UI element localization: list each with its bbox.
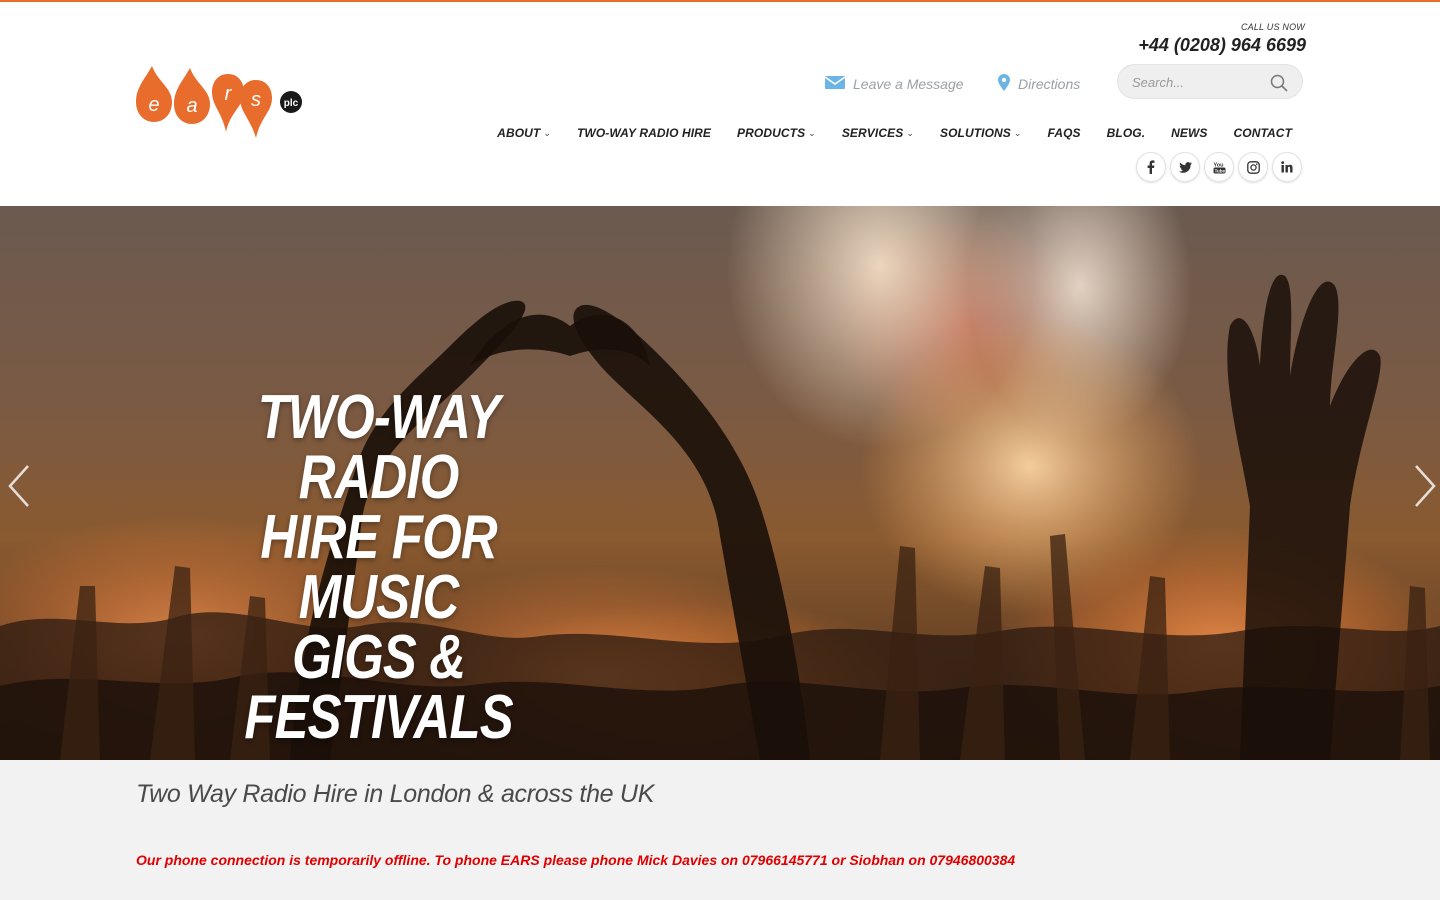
nav-products-label: PRODUCTS — [737, 126, 806, 140]
hero-title-line-2: HIRE FOR MUSIC — [260, 503, 497, 632]
hero-title-line-1: TWO-WAY RADIO — [257, 383, 501, 512]
hero-title-line-3: GIGS & FESTIVALS — [244, 623, 513, 752]
svg-text:plc: plc — [284, 98, 299, 109]
nav-contact[interactable]: CONTACT — [1234, 126, 1292, 140]
ears-logo[interactable]: e a r s plc — [134, 62, 309, 142]
nav-blog-label: BLOG. — [1106, 126, 1146, 140]
chevron-down-icon: ⌄ — [543, 127, 551, 138]
nav-services[interactable]: SERVICES ⌄ — [842, 126, 914, 140]
nav-two-way-radio-hire-label: TWO-WAY RADIO HIRE — [577, 126, 712, 140]
site-header: e a r s plc CALL US NOW +44 (0208) 964 6… — [0, 2, 1440, 206]
nav-contact-label: CONTACT — [1233, 126, 1292, 140]
nav-solutions-label: SOLUTIONS — [939, 126, 1011, 140]
nav-blog[interactable]: BLOG. — [1107, 126, 1146, 140]
nav-news-label: NEWS — [1171, 126, 1208, 140]
intro-heading: Two Way Radio Hire in London & across th… — [136, 780, 655, 808]
slider-next-arrow[interactable] — [1410, 464, 1440, 508]
svg-text:Tube: Tube — [1214, 168, 1225, 173]
svg-text:e: e — [148, 94, 159, 116]
chevron-right-icon — [1415, 465, 1436, 507]
chevron-down-icon: ⌄ — [1013, 127, 1022, 138]
youtube-icon[interactable]: You Tube — [1204, 152, 1234, 182]
nav-products[interactable]: PRODUCTS ⌄ — [737, 126, 816, 140]
nav-faqs[interactable]: FAQS — [1048, 126, 1081, 140]
main-nav: ABOUT ⌄ TWO-WAY RADIO HIRE PRODUCTS ⌄ SE… — [497, 123, 1292, 143]
ears-logo-graphic: e a r s plc — [136, 66, 302, 138]
nav-faqs-label: FAQS — [1047, 126, 1081, 140]
social-links: You Tube — [1136, 152, 1302, 182]
chevron-down-icon: ⌄ — [808, 127, 816, 138]
leave-message-link[interactable]: Leave a Message — [824, 74, 964, 94]
facebook-icon[interactable] — [1136, 152, 1166, 182]
search-input[interactable] — [1130, 73, 1270, 91]
nav-two-way-radio-hire[interactable]: TWO-WAY RADIO HIRE — [577, 126, 711, 140]
slider-prev-arrow[interactable] — [4, 464, 34, 508]
linkedin-icon[interactable] — [1272, 152, 1302, 182]
svg-text:a: a — [186, 95, 197, 117]
nav-solutions[interactable]: SOLUTIONS ⌄ — [940, 126, 1022, 140]
directions-link[interactable]: Directions — [998, 74, 1080, 94]
hero-title: TWO-WAY RADIO HIRE FOR MUSIC GIGS & FEST… — [190, 383, 567, 752]
nav-news[interactable]: NEWS — [1171, 126, 1207, 140]
phone-number[interactable]: +44 (0208) 964 6699 — [1138, 35, 1306, 56]
twitter-icon[interactable] — [1170, 152, 1200, 182]
directions-label: Directions — [1018, 76, 1081, 92]
intro-section: Two Way Radio Hire in London & across th… — [0, 760, 1440, 900]
nav-about[interactable]: ABOUT ⌄ — [497, 126, 551, 140]
call-us-label: CALL US NOW — [1240, 22, 1305, 32]
hero-slider: TWO-WAY RADIO HIRE FOR MUSIC GIGS & FEST… — [0, 206, 1440, 760]
map-pin-icon — [998, 74, 1010, 94]
nav-about-label: ABOUT — [497, 126, 541, 140]
phone-offline-notice: Our phone connection is temporarily offl… — [136, 852, 1016, 868]
chevron-left-icon — [8, 465, 29, 507]
search-box — [1117, 64, 1303, 99]
svg-text:s: s — [251, 89, 261, 111]
instagram-icon[interactable] — [1238, 152, 1268, 182]
leave-message-label: Leave a Message — [853, 76, 964, 92]
search-icon[interactable] — [1270, 74, 1288, 92]
chevron-down-icon: ⌄ — [906, 127, 914, 138]
envelope-icon — [824, 75, 846, 93]
nav-services-label: SERVICES — [841, 126, 904, 140]
